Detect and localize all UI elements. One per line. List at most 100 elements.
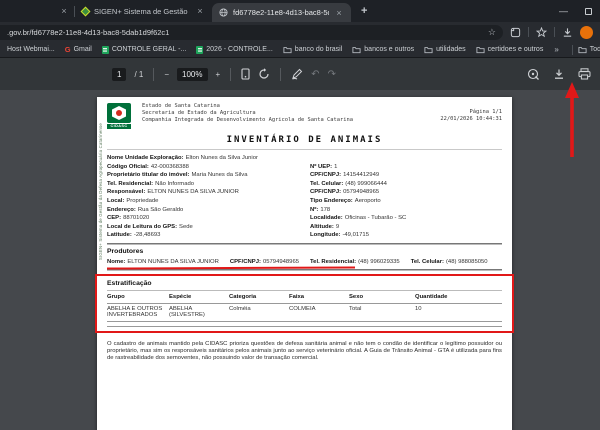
- produtor-row: Nome:ELTON NUNES DA SILVA JUNIOR CPF/CNP…: [107, 258, 502, 266]
- field-row: Nome Unidade Exploração:Elton Nunes da S…: [107, 154, 502, 163]
- org-line: Estado de Santa Catarina: [142, 103, 353, 110]
- field-value: 9: [336, 223, 339, 232]
- tab-cutoff[interactable]: ×: [0, 0, 74, 22]
- close-icon[interactable]: ×: [59, 6, 69, 16]
- toolbar-divider: [280, 68, 281, 81]
- undo-button[interactable]: ↶: [311, 69, 319, 80]
- toolbar-divider: [554, 27, 555, 37]
- new-tab-button[interactable]: +: [361, 5, 367, 17]
- bookmark-label: Host Webmai...: [7, 46, 55, 53]
- bookmark-folder[interactable]: utilidades: [419, 46, 471, 54]
- org-line: Secretaria de Estado da Agricultura: [142, 110, 353, 117]
- zoom-level-input[interactable]: 100%: [177, 68, 207, 81]
- section-divider: [107, 243, 502, 245]
- address-bar[interactable]: .gov.br/fd6778e2-11e8-4d13-bac8-5dab1d9f…: [0, 25, 503, 40]
- toolbar-divider: [153, 68, 154, 81]
- close-icon[interactable]: ×: [334, 8, 344, 18]
- field-label: Localidade:: [310, 214, 343, 223]
- field-label: Nº:: [310, 206, 318, 215]
- bookmark-folder[interactable]: certidoes e outros: [471, 46, 549, 54]
- side-panel-icon[interactable]: [510, 27, 521, 38]
- close-icon[interactable]: ×: [195, 6, 205, 16]
- field-label: Tel. Celular:: [411, 258, 444, 266]
- annotate-text-icon[interactable]: [527, 68, 540, 81]
- table-cell: 10: [415, 306, 502, 318]
- field-label: Tel. Celular:: [310, 180, 343, 189]
- table-cell: Colméia: [229, 306, 289, 318]
- fit-page-button[interactable]: [241, 68, 250, 80]
- toolbar-divider: [230, 68, 231, 81]
- red-arrow-annotation: [564, 82, 580, 158]
- globe-icon: [219, 8, 228, 17]
- downloads-toolbar-icon[interactable]: [562, 27, 573, 38]
- field-label: Tel. Residencial:: [310, 258, 356, 266]
- bookmark-folder[interactable]: bancos e outros: [347, 46, 419, 54]
- browser-window: × SIGEN+ Sistema de Gestão da × fd6778e2…: [0, 0, 600, 430]
- column-header: Espécie: [169, 294, 229, 300]
- field-label: CPF/CNPJ:: [310, 188, 341, 197]
- bookmark-folder[interactable]: banco do brasil: [278, 46, 347, 54]
- field-value: 05794948965: [343, 188, 379, 197]
- column-header: Grupo: [107, 294, 169, 300]
- extensions-icon[interactable]: [536, 27, 547, 38]
- field-label: CPF/CNPJ:: [310, 171, 341, 180]
- field-label: Tel. Residencial:: [107, 180, 153, 189]
- org-lines: Estado de Santa Catarina Secretaria de E…: [142, 103, 353, 129]
- field-label: Endereço:: [107, 206, 136, 215]
- bookmark-label: certidoes e outros: [488, 46, 544, 53]
- draw-annotate-button[interactable]: [291, 68, 303, 80]
- bookmarks-right: » Todos os fa: [548, 45, 600, 55]
- window-controls: —: [559, 6, 600, 16]
- field-value: 1: [334, 163, 337, 172]
- table-row: ABELHA E OUTROS INVERTEBRADOS ABELHA (SI…: [107, 304, 502, 322]
- bookmarks-bar: Host Webmai... G Gmail CONTROLE GERAL -.…: [0, 42, 600, 58]
- zoom-out-button[interactable]: −: [164, 70, 169, 79]
- divider: [107, 149, 502, 150]
- bookmark-item[interactable]: G Gmail: [60, 45, 97, 54]
- tab-active-pdf[interactable]: fd6778e2-11e8-4d13-bac8-5da ×: [212, 3, 351, 22]
- address-toolbar: .gov.br/fd6778e2-11e8-4d13-bac8-5dab1d9f…: [0, 22, 600, 42]
- all-bookmarks-folder[interactable]: Todos os fa: [573, 46, 600, 54]
- field-row: CEP:88701020 Localidade:Oficinas - Tubar…: [107, 214, 502, 223]
- gmail-icon: G: [65, 45, 71, 54]
- pdf-viewport[interactable]: SIGEN+ Sistema de Gestão da Defesa Agrop…: [0, 90, 600, 430]
- bookmark-item[interactable]: Host Webmai...: [2, 46, 60, 53]
- sigen-logo-icon: [81, 6, 91, 16]
- download-button[interactable]: [553, 68, 565, 80]
- page-info: Página 1/1: [440, 109, 502, 116]
- page-number-input[interactable]: 1: [112, 68, 126, 81]
- field-row: Responsável:ELTON NUNES DA SILVA JUNIOR …: [107, 188, 502, 197]
- field-label: Altitude:: [310, 223, 334, 232]
- table-cell: Total: [349, 306, 415, 318]
- field-label: Longitude:: [310, 231, 340, 240]
- bookmark-label: 2026 - CONTROLE...: [206, 46, 273, 53]
- profile-avatar[interactable]: [580, 26, 593, 39]
- field-value: Maria Nunes da Silva: [191, 171, 247, 180]
- bookmark-label: CONTROLE GERAL -...: [112, 46, 186, 53]
- field-value: ELTON NUNES DA SILVA JUNIOR: [127, 258, 219, 266]
- field-value: Propriedade: [126, 197, 158, 206]
- field-row: Latitude:-28,48693 Longitude:-49,01715: [107, 231, 502, 240]
- datetime: 22/01/2026 10:44:31: [440, 116, 502, 123]
- toolbar-divider: [528, 27, 529, 37]
- field-label: Local de Leitura do GPS:: [107, 223, 177, 232]
- table-empty-row: [107, 322, 502, 327]
- field-value: 178: [320, 206, 330, 215]
- tab-sigen[interactable]: SIGEN+ Sistema de Gestão da ×: [75, 0, 212, 22]
- zoom-in-button[interactable]: +: [216, 70, 221, 79]
- field-value: Aeroporto: [355, 197, 381, 206]
- cidasc-logo: CIDASC: [107, 103, 133, 129]
- minimize-button[interactable]: —: [559, 6, 568, 16]
- field-value: 88701020: [123, 214, 149, 223]
- pdf-toolbar: 1 / 1 − 100% + ↶ ↷: [0, 58, 600, 90]
- field-row: Tel. Residencial:Não Informado Tel. Celu…: [107, 180, 502, 189]
- maximize-button[interactable]: [585, 8, 592, 15]
- rotate-button[interactable]: [258, 68, 270, 80]
- bookmark-item[interactable]: 2026 - CONTROLE...: [191, 46, 278, 54]
- table-cell: ABELHA (SILVESTRE): [169, 306, 229, 318]
- bookmarks-overflow-icon[interactable]: »: [548, 45, 564, 54]
- bookmark-star-icon[interactable]: ☆: [488, 28, 496, 37]
- print-button[interactable]: [578, 68, 591, 80]
- redo-button[interactable]: ↷: [328, 69, 336, 80]
- bookmark-item[interactable]: CONTROLE GERAL -...: [97, 46, 191, 54]
